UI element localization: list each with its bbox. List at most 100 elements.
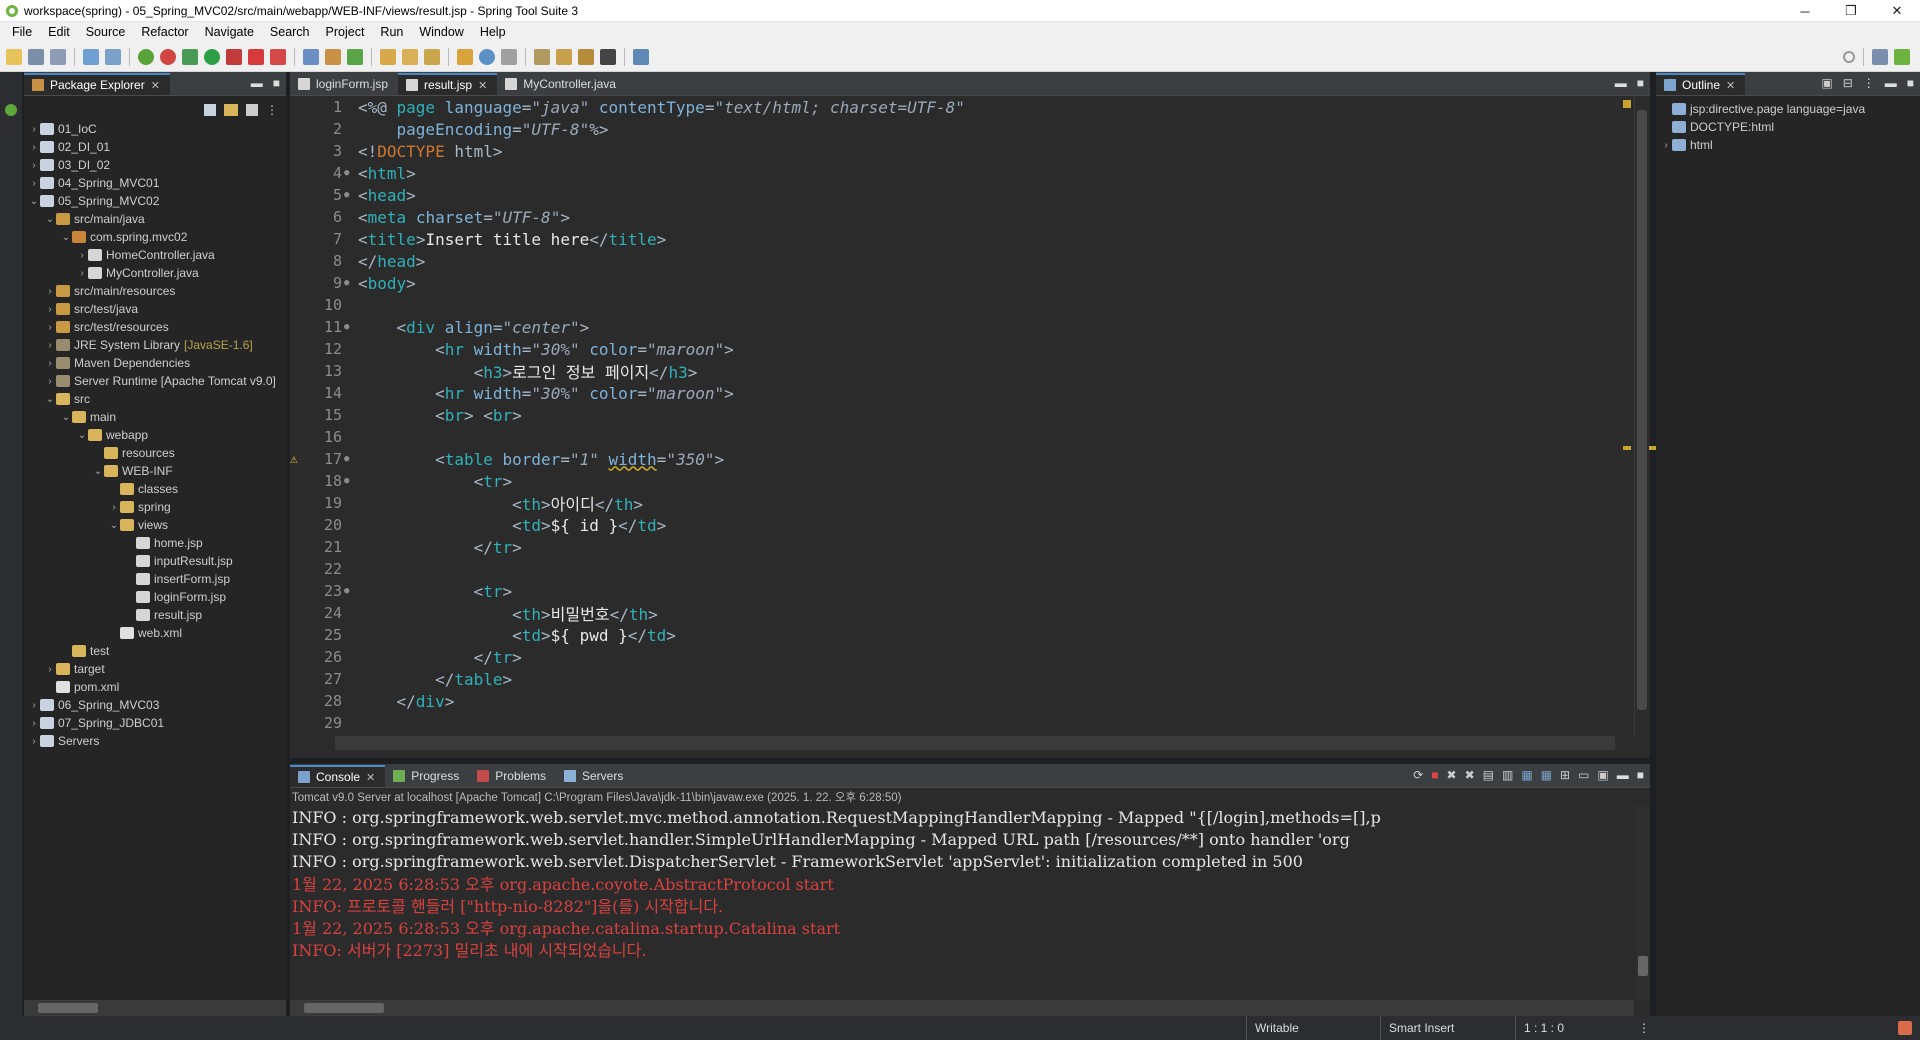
code-line[interactable]: 3 <!DOCTYPE html> <box>290 140 1620 162</box>
expand-arrow-icon[interactable]: › <box>1660 140 1672 151</box>
code-line[interactable]: 14 <hr width="30%" color="maroon"> <box>290 382 1620 404</box>
code-line[interactable]: 6 <meta charset="UTF-8"> <box>290 206 1620 228</box>
code-line[interactable]: 9 ● <body> <box>290 272 1620 294</box>
close-icon[interactable]: ✕ <box>478 79 487 92</box>
tree-item[interactable]: resources <box>24 444 286 462</box>
spring-perspective-icon[interactable] <box>1894 48 1910 65</box>
code-line[interactable]: 26 </tr> <box>290 646 1620 668</box>
expand-arrow-icon[interactable]: › <box>44 286 56 297</box>
fold-icon[interactable]: ● <box>344 322 354 332</box>
globe-icon[interactable] <box>479 48 495 65</box>
overview-warning-marker[interactable] <box>1623 446 1631 450</box>
expand-arrow-icon[interactable]: ⌄ <box>92 466 104 477</box>
expand-arrow-icon[interactable]: › <box>76 250 88 261</box>
open-type-icon[interactable] <box>380 48 396 65</box>
tree-item[interactable]: ⌄ src/main/java <box>24 210 286 228</box>
code-line[interactable]: 5 ● <head> <box>290 184 1620 206</box>
fold-icon[interactable]: ● <box>344 476 354 486</box>
tree-item[interactable]: web.xml <box>24 624 286 642</box>
code-line[interactable]: ⚠ 17 ● <table border="1" width="350"> <box>290 448 1620 470</box>
code-line[interactable]: 18 ● <tr> <box>290 470 1620 492</box>
tab-result-jsp[interactable]: result.jsp ✕ <box>398 73 498 95</box>
console-vscroll[interactable] <box>1636 806 1650 1000</box>
link-with-editor-icon[interactable] <box>224 104 238 116</box>
restore-button[interactable]: ❐ <box>1828 0 1874 22</box>
back-icon[interactable] <box>578 48 594 65</box>
tab-loginform-jsp[interactable]: loginForm.jsp <box>290 73 399 95</box>
scroll-thumb[interactable] <box>1637 110 1647 710</box>
menu-edit[interactable]: Edit <box>40 25 78 39</box>
tab-problems[interactable]: Problems <box>469 765 556 787</box>
tree-item[interactable]: › 04_Spring_MVC01 <box>24 174 286 192</box>
tree-item[interactable]: › src/main/resources <box>24 282 286 300</box>
editor-vscroll[interactable] <box>1634 96 1657 736</box>
code-line[interactable]: 27 </table> <box>290 668 1620 690</box>
tree-item[interactable]: › 01_IoC <box>24 120 286 138</box>
tab-mycontroller-java[interactable]: MyController.java <box>497 73 626 95</box>
code-line[interactable]: 28 </div> <box>290 690 1620 712</box>
boot-dashboard-icon[interactable] <box>83 48 99 65</box>
fold-icon[interactable]: ● <box>344 278 354 288</box>
collapse-all-icon[interactable] <box>204 104 216 116</box>
remove-all-icon[interactable]: ✖ <box>1465 768 1475 782</box>
forward-icon[interactable] <box>600 48 616 65</box>
expand-arrow-icon[interactable]: › <box>28 700 40 711</box>
close-icon[interactable]: ✕ <box>151 79 160 92</box>
tree-item[interactable]: › Servers <box>24 732 286 750</box>
annotation-icon[interactable] <box>457 48 473 65</box>
menu-window[interactable]: Window <box>411 25 471 39</box>
outline-item[interactable]: › html <box>1656 136 1920 154</box>
status-menu-icon[interactable]: ⋮ <box>1630 1016 1660 1040</box>
expand-arrow-icon[interactable]: ⌄ <box>28 196 40 207</box>
terminate-icon[interactable] <box>248 48 264 65</box>
expand-arrow-icon[interactable]: › <box>44 358 56 369</box>
tree-item[interactable]: › src/test/resources <box>24 318 286 336</box>
menu-refactor[interactable]: Refactor <box>133 25 196 39</box>
expand-arrow-icon[interactable]: › <box>44 376 56 387</box>
restart-icon[interactable]: ⟳ <box>1413 768 1423 782</box>
menu-source[interactable]: Source <box>78 25 134 39</box>
code-editor[interactable]: 1 <%@ page language="java" contentType="t… <box>290 96 1620 736</box>
tree-item[interactable]: result.jsp <box>24 606 286 624</box>
tree-item[interactable]: › 07_Spring_JDBC01 <box>24 714 286 732</box>
code-line[interactable]: 13 <h3>로그인 정보 페이지</h3> <box>290 360 1620 382</box>
new-package-icon[interactable] <box>325 48 341 65</box>
show-on-stdout-icon[interactable]: ▦ <box>1521 768 1532 782</box>
scroll-thumb[interactable] <box>304 1003 384 1013</box>
tree-item[interactable]: › 02_DI_01 <box>24 138 286 156</box>
tree-item[interactable]: ⌄ WEB-INF <box>24 462 286 480</box>
expand-arrow-icon[interactable]: › <box>44 304 56 315</box>
tree-item[interactable]: › HomeController.java <box>24 246 286 264</box>
expand-arrow-icon[interactable]: ⌄ <box>108 520 120 531</box>
tree-item[interactable]: › Maven Dependencies <box>24 354 286 372</box>
tree-item[interactable]: home.jsp <box>24 534 286 552</box>
pin-console-icon[interactable]: ⊞ <box>1560 768 1570 782</box>
fold-icon[interactable]: ● <box>344 454 354 464</box>
tab-progress[interactable]: Progress <box>385 765 470 787</box>
scroll-thumb[interactable] <box>38 1003 98 1013</box>
debug-icon[interactable] <box>182 48 198 65</box>
show-on-stderr-icon[interactable]: ▦ <box>1541 768 1552 782</box>
code-line[interactable]: 29 <box>290 712 1620 734</box>
collapse-all-icon[interactable]: ⊟ <box>1843 76 1853 90</box>
save-all-icon[interactable] <box>50 48 66 65</box>
open-perspective-icon[interactable] <box>633 48 649 65</box>
menu-file[interactable]: File <box>4 25 40 39</box>
tree-item[interactable]: › 03_DI_02 <box>24 156 286 174</box>
tree-item[interactable]: ⌄ main <box>24 408 286 426</box>
new-icon[interactable] <box>6 48 22 65</box>
maximize-view-icon[interactable]: ■ <box>1637 76 1644 90</box>
new-java-project-icon[interactable] <box>303 48 319 65</box>
expand-arrow-icon[interactable]: › <box>28 142 40 153</box>
view-menu-icon[interactable]: ⋮ <box>1863 76 1875 90</box>
new-class-icon[interactable] <box>347 48 363 65</box>
minimize-view-icon[interactable]: ▬ <box>1885 76 1897 90</box>
code-line[interactable]: 8 </head> <box>290 250 1620 272</box>
tree-item[interactable]: pom.xml <box>24 678 286 696</box>
menu-search[interactable]: Search <box>262 25 318 39</box>
expand-arrow-icon[interactable]: › <box>76 268 88 279</box>
stop-icon[interactable]: ■ <box>1431 768 1438 782</box>
code-line[interactable]: 16 <box>290 426 1620 448</box>
menu-run[interactable]: Run <box>372 25 411 39</box>
close-icon[interactable]: ✕ <box>1726 79 1735 92</box>
